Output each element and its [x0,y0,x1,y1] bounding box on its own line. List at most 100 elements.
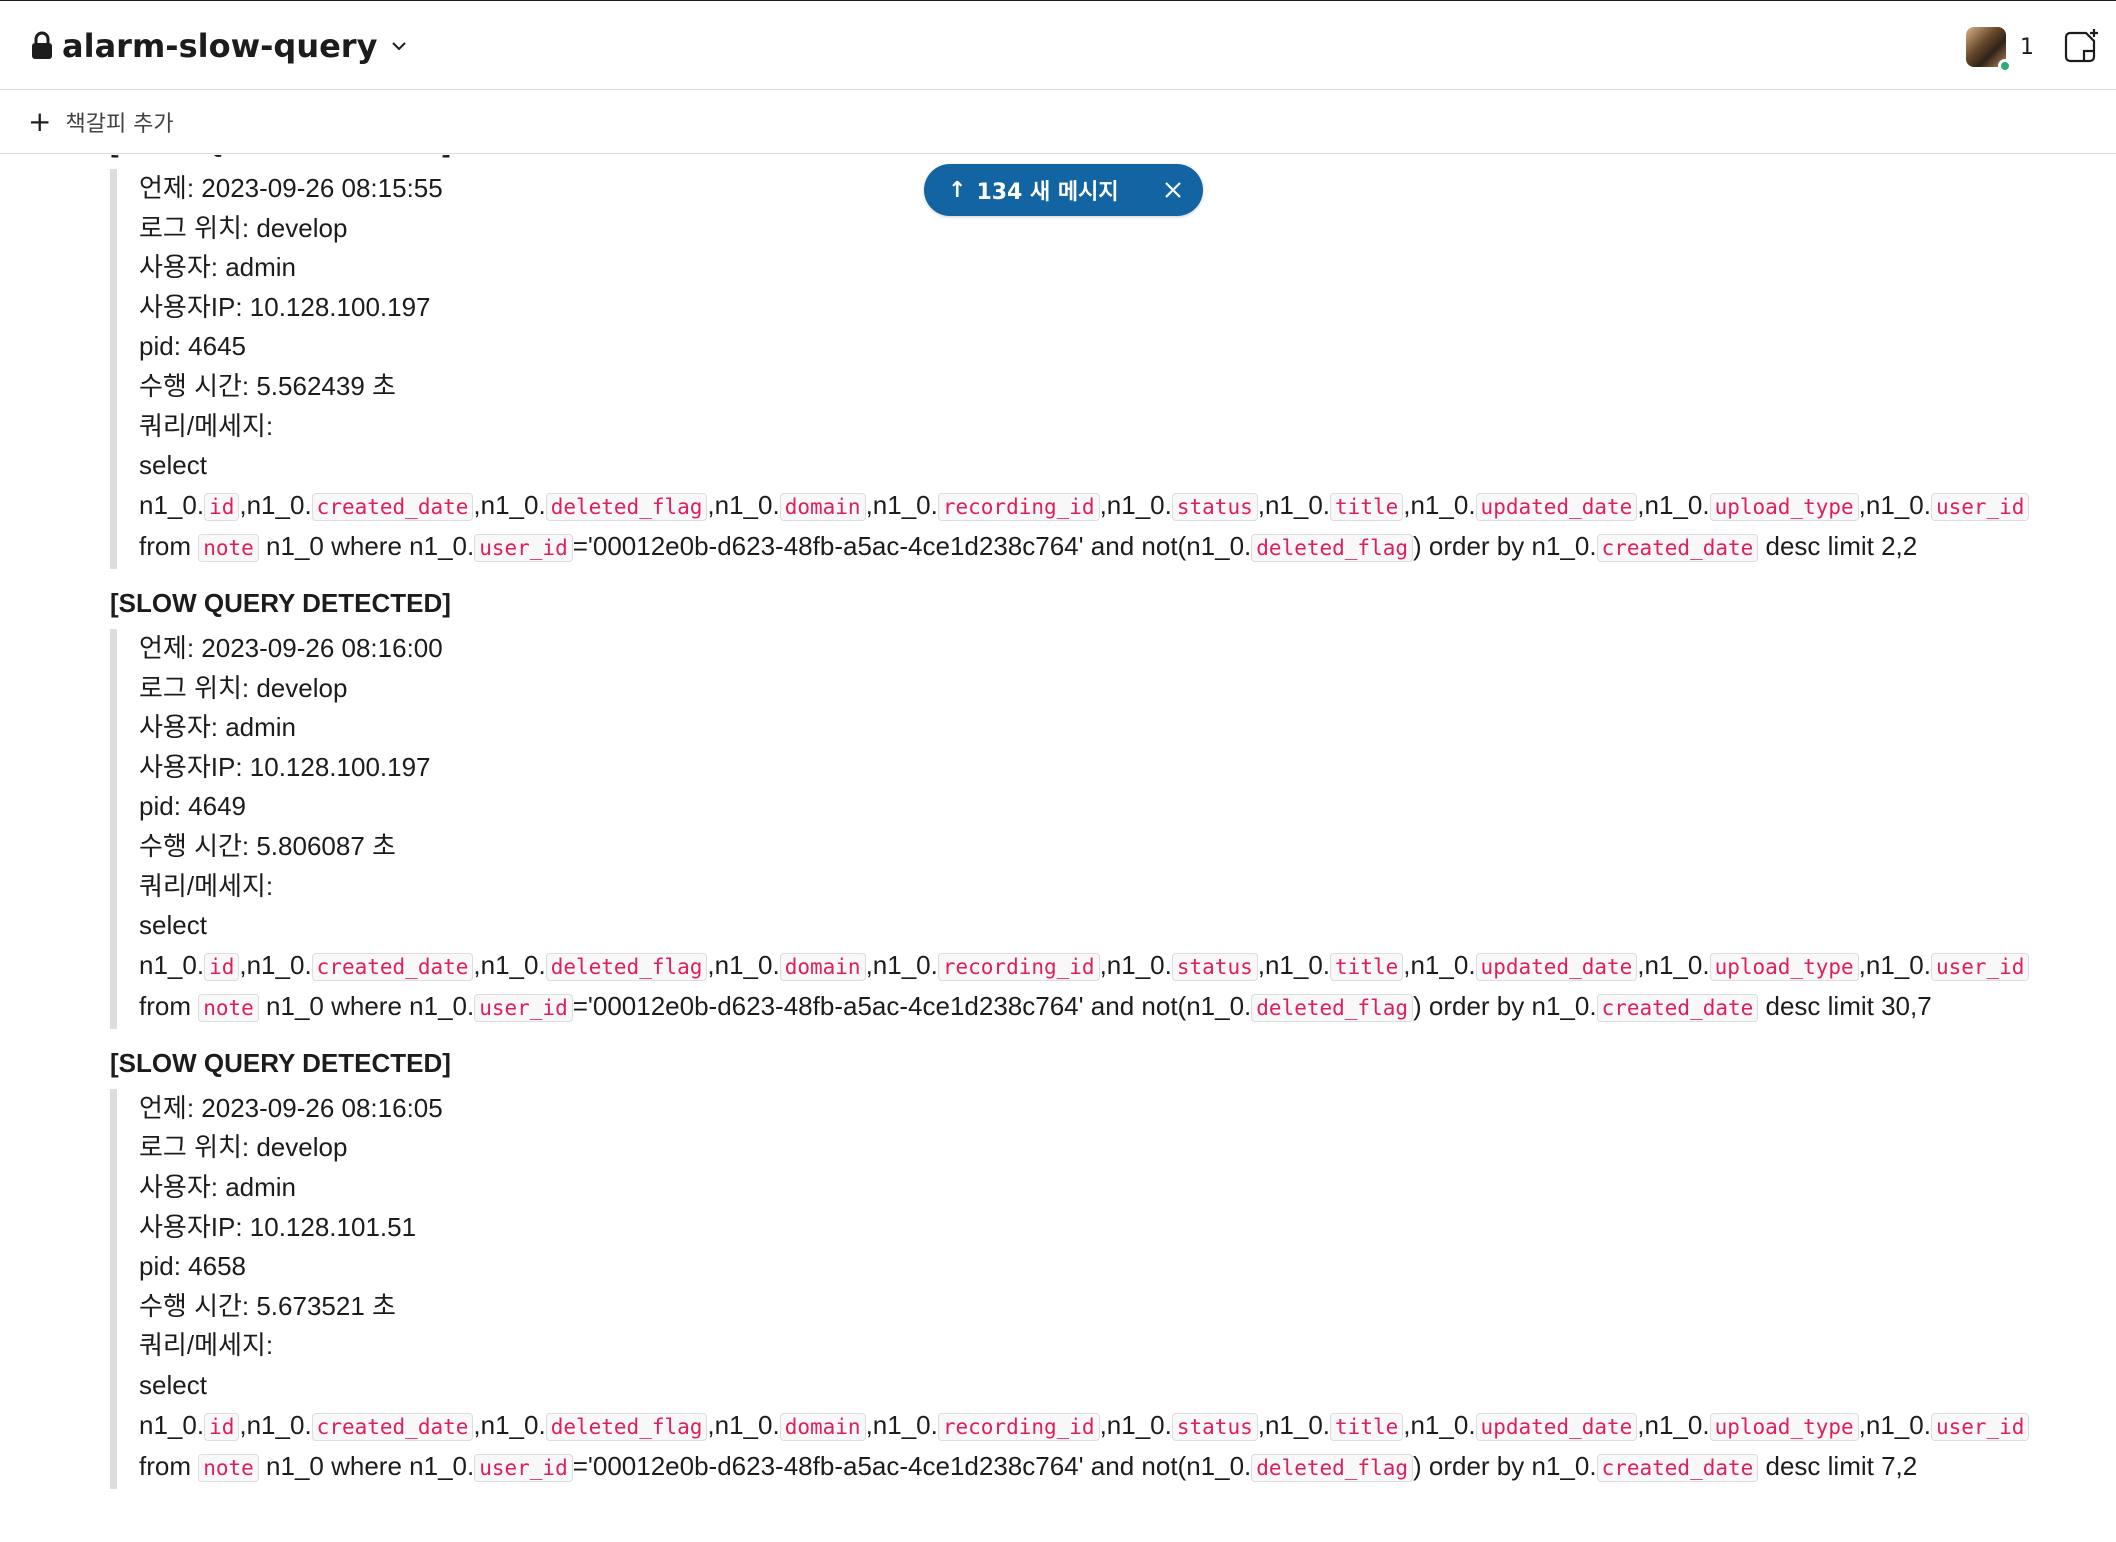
ip-line: 사용자IP: 10.128.100.197 [139,751,431,782]
code-created-date: created_date [1596,994,1759,1023]
code-id: id [204,492,240,521]
code-deleted-flag: deleted_flag [1251,994,1413,1023]
code-updated-date: updated_date [1475,952,1638,981]
code-note: note [198,534,259,563]
from-line: from note n1_0 where n1_0. user_id ='00012… [139,527,2116,569]
query-text: ,n1_0. [239,489,312,520]
chevron-down-icon [392,42,407,51]
code-status: status [1171,1412,1258,1441]
code-domain: domain [779,1412,866,1441]
query-label: 쿼리/메세지: [139,870,274,901]
duration-line: 수행 시간: 5.562439 초 [139,370,396,401]
from-line: from note n1_0 where n1_0. user_id ='00012… [139,1447,2116,1489]
code-created-date: created_date [311,952,474,981]
pid-line: pid: 4649 [139,791,246,822]
code-note: note [198,994,259,1023]
limit-text: desc limit 2,2 [1765,531,1918,562]
code-user-id: user_id [474,534,573,563]
member-count: 1 [2020,34,2034,60]
query-text: ) order by n1_0. [1413,991,1597,1022]
message-quote: 언제: 2023-09-26 08:16:00 로그 위치: develop 사… [110,628,2116,1029]
query-text: ,n1_0. [1257,949,1331,980]
code-domain: domain [779,952,866,981]
query-text: from [139,991,191,1022]
query-text: n1_0 where n1_0. [266,531,475,562]
message-heading: [SLOW QUERY DETECTED] [110,587,451,618]
columns-line: n1_0. id ,n1_0. created_date ,n1_0. deleted_f… [139,1406,2116,1448]
query-text: ,n1_0. [1403,949,1476,980]
code-upload-type: upload_type [1709,492,1859,521]
query-text: ,n1_0. [865,949,938,980]
code-user-id: user_id [1930,952,2030,981]
add-bookmark-button[interactable]: + 책갈피 추가 [28,104,174,140]
code-created-date: created_date [1596,534,1759,563]
code-created-date: created_date [311,1412,474,1441]
code-recording-id: recording_id [937,1412,1100,1441]
code-updated-date: updated_date [1475,1412,1638,1441]
query-text: n1_0 where n1_0. [266,991,475,1022]
canvas-icon[interactable] [2060,27,2100,67]
select-line: select [139,1370,207,1401]
message-quote: 언제: 2023-09-26 08:15:55 로그 위치: develop 사… [110,169,2116,569]
code-deleted-flag: deleted_flag [545,952,708,981]
add-bookmark-label: 책갈피 추가 [65,112,174,137]
limit-text: desc limit 7,2 [1765,1451,1918,1482]
message-heading: [SLOW QUERY DETECTED] [110,1047,451,1078]
columns-line: n1_0. id ,n1_0. created_date ,n1_0. deleted_f… [139,946,2116,988]
message-heading: [SLOW QUERY DETECTED] [110,155,2116,163]
limit-text: desc limit 30,7 [1765,991,1932,1022]
code-recording-id: recording_id [937,492,1100,521]
query-text: ,n1_0. [707,1409,780,1440]
new-messages-label: 134 새 메시지 [976,180,1119,205]
query-text: n1_0. [139,1409,205,1440]
from-line: from note n1_0 where n1_0. user_id ='00012… [139,987,2116,1029]
code-id: id [204,952,240,981]
query-text: ,n1_0. [239,1409,312,1440]
query-text: ,n1_0. [1858,489,1931,520]
user-line: 사용자: admin [139,1172,297,1203]
query-text: from [139,1451,191,1482]
query-text: ,n1_0. [1257,489,1331,520]
pid-line: pid: 4658 [139,1251,246,1282]
code-title: title [1330,1412,1404,1441]
query-text: ='00012e0b-d623-48fb-a5ac-4ce1d238c764' … [572,531,1252,562]
query-label: 쿼리/메세지: [139,410,274,441]
message-block: [SLOW QUERY DETECTED] 언제: 2023-09-26 08:… [0,155,2116,569]
ip-line: 사용자IP: 10.128.101.51 [139,1211,417,1242]
query-text: ,n1_0. [239,949,312,980]
code-domain: domain [779,492,866,521]
query-text: ,n1_0. [865,489,938,520]
code-deleted-flag: deleted_flag [1251,534,1413,563]
message-pane[interactable]: [SLOW QUERY DETECTED] 언제: 2023-09-26 08:… [0,155,2116,1542]
query-text: n1_0. [139,489,205,520]
code-user-id: user_id [1930,1412,2030,1441]
presence-indicator [1998,59,2012,73]
query-text: ) order by n1_0. [1413,531,1597,562]
close-icon[interactable] [1161,178,1185,202]
bookmarks-bar: + 책갈피 추가 [0,90,2116,154]
query-text: ) order by n1_0. [1413,1451,1597,1482]
query-text: ,n1_0. [1257,1409,1331,1440]
code-user-id: user_id [474,1454,573,1483]
code-updated-date: updated_date [1475,492,1638,521]
code-recording-id: recording_id [937,952,1100,981]
channel-name-button[interactable]: alarm-slow-query [30,21,409,71]
query-text: ,n1_0. [473,949,546,980]
code-note: note [198,1454,259,1483]
arrow-up-icon: ↑ [948,177,967,203]
avatar [1966,27,2012,73]
code-upload-type: upload_type [1709,952,1859,981]
query-text: ,n1_0. [1637,489,1710,520]
query-text: ,n1_0. [473,489,546,520]
when-line: 언제: 2023-09-26 08:16:05 [139,1092,443,1123]
lock-icon [32,31,52,59]
members-button[interactable]: 1 [1966,25,2034,73]
select-line: select [139,450,207,481]
ip-line: 사용자IP: 10.128.100.197 [139,291,431,322]
query-label: 쿼리/메세지: [139,1330,274,1361]
query-text: ,n1_0. [865,1409,938,1440]
duration-line: 수행 시간: 5.806087 초 [139,830,396,861]
pid-line: pid: 4645 [139,331,246,362]
query-text: ,n1_0. [1403,1409,1476,1440]
new-messages-pill[interactable]: ↑ 134 새 메시지 [924,164,1203,216]
